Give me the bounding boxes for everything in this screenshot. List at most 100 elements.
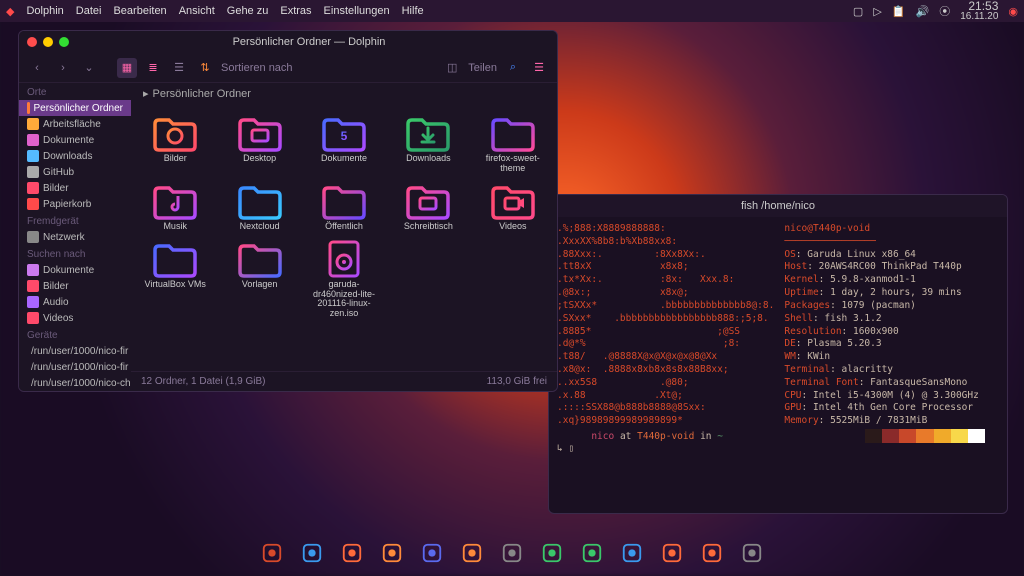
menu-gehezu[interactable]: Gehe zu bbox=[227, 5, 269, 18]
sidebar-item[interactable]: Bilder bbox=[19, 180, 131, 196]
menu-bearbeiten[interactable]: Bearbeiten bbox=[113, 5, 166, 18]
sidebar-item-label: Dokumente bbox=[43, 265, 94, 276]
tray-display-icon[interactable]: ▢ bbox=[853, 5, 863, 18]
svg-text:5: 5 bbox=[341, 129, 348, 143]
view-compact-button[interactable]: ≣ bbox=[143, 58, 163, 78]
folder-item[interactable]: 5Dokumente bbox=[304, 112, 384, 176]
breadcrumb[interactable]: ▸ Persönlicher Ordner bbox=[131, 83, 557, 104]
tray-volume-icon[interactable]: 🔊 bbox=[916, 5, 930, 18]
dock-clock[interactable] bbox=[737, 538, 767, 568]
terminal-body[interactable]: .%;888:X8889888888: .XxxXX%8b8:b%Xb88xx8… bbox=[549, 217, 1007, 513]
folder-item[interactable]: Musik bbox=[135, 180, 215, 234]
folder-icon bbox=[320, 240, 368, 278]
folder-icon bbox=[27, 198, 39, 210]
folder-icon bbox=[320, 182, 368, 220]
clock[interactable]: 21:53 16.11.20 bbox=[960, 0, 998, 22]
menu-einstellungen[interactable]: Einstellungen bbox=[324, 5, 390, 18]
sidebar-item[interactable]: Arbeitsfläche bbox=[19, 116, 131, 132]
folder-item[interactable]: Videos bbox=[473, 180, 553, 234]
dock-telegram[interactable] bbox=[297, 538, 327, 568]
nav-history-dropdown[interactable]: ⌄ bbox=[79, 58, 99, 78]
folder-item[interactable]: Nextcloud bbox=[219, 180, 299, 234]
menu-ansicht[interactable]: Ansicht bbox=[179, 5, 215, 18]
sidebar-item[interactable]: Downloads bbox=[19, 148, 131, 164]
folder-grid: Bilder Desktop5Dokumente Downloads firefox-… bbox=[131, 104, 557, 371]
folder-label: Vorlagen bbox=[242, 280, 278, 290]
sidebar-item[interactable]: /run/user/1000/nico-fir bbox=[19, 343, 131, 359]
folder-item[interactable]: Öffentlich bbox=[304, 180, 384, 234]
tray-media-icon[interactable]: ▷ bbox=[873, 5, 881, 18]
folder-item[interactable]: Downloads bbox=[388, 112, 468, 176]
menu-app[interactable]: Dolphin bbox=[26, 5, 63, 18]
folder-icon bbox=[27, 296, 39, 308]
folder-item[interactable]: garuda-dr460nized-lite-201116-linux-zen.… bbox=[304, 238, 384, 322]
folder-label: garuda-dr460nized-lite-201116-linux-zen.… bbox=[306, 280, 382, 320]
sidebar-item-label: Videos bbox=[43, 313, 73, 324]
tray-wifi-icon[interactable]: ⦿ bbox=[939, 3, 950, 19]
tray-session-icon[interactable]: ◉ bbox=[1008, 5, 1018, 18]
folder-icon bbox=[489, 182, 537, 220]
sidebar-item[interactable]: GitHub bbox=[19, 164, 131, 180]
dock-files[interactable] bbox=[457, 538, 487, 568]
share-label[interactable]: Teilen bbox=[468, 62, 497, 74]
folder-item[interactable]: VirtualBox VMs bbox=[135, 238, 215, 322]
sidebar-item-label: Downloads bbox=[43, 151, 92, 162]
sidebar-item[interactable]: Persönlicher Ordner bbox=[19, 100, 131, 116]
sidebar-item[interactable]: Netzwerk bbox=[19, 229, 131, 245]
sort-label[interactable]: Sortieren nach bbox=[221, 62, 293, 74]
dock-terminal[interactable] bbox=[337, 538, 367, 568]
shell-prompt[interactable]: nico at T440p-void in ~↳ ▯ bbox=[557, 418, 723, 469]
folder-item[interactable]: Vorlagen bbox=[219, 238, 299, 322]
tray-clipboard-icon[interactable]: 📋 bbox=[892, 5, 906, 18]
terminal-titlebar[interactable]: fish /home/nico bbox=[549, 195, 1007, 217]
sidebar-item[interactable]: Dokumente bbox=[19, 262, 131, 278]
dolphin-titlebar[interactable]: Persönlicher Ordner — Dolphin bbox=[19, 31, 557, 53]
folder-icon bbox=[27, 150, 39, 162]
dock-firefox[interactable] bbox=[377, 538, 407, 568]
folder-icon bbox=[27, 312, 39, 324]
hamburger-menu-button[interactable]: ☰ bbox=[529, 58, 549, 78]
sidebar-item-label: /run/user/1000/nico-ch bbox=[31, 378, 131, 389]
menu-datei[interactable]: Datei bbox=[76, 5, 102, 18]
view-details-button[interactable]: ☰ bbox=[169, 58, 189, 78]
folder-item[interactable]: Schreibtisch bbox=[388, 180, 468, 234]
sort-button[interactable]: ⇅ bbox=[195, 58, 215, 78]
sidebar-item[interactable]: Audio bbox=[19, 294, 131, 310]
menu-extras[interactable]: Extras bbox=[280, 5, 311, 18]
search-button[interactable]: ⌕ bbox=[503, 58, 523, 78]
dock-spotify[interactable] bbox=[577, 538, 607, 568]
dock-discord[interactable] bbox=[417, 538, 447, 568]
view-icons-button[interactable]: ▦ bbox=[117, 58, 137, 78]
folder-label: Bilder bbox=[164, 154, 187, 164]
sidebar-item[interactable]: /run/user/1000/nico-ch bbox=[19, 375, 131, 391]
sidebar-item[interactable]: Papierkorb bbox=[19, 196, 131, 212]
window-minimize-button[interactable] bbox=[43, 37, 53, 47]
dock-element[interactable] bbox=[537, 538, 567, 568]
folder-icon: 5 bbox=[320, 114, 368, 152]
dock-settings[interactable] bbox=[697, 538, 727, 568]
dolphin-window: Persönlicher Ordner — Dolphin ‹ › ⌄ ▦ ≣ … bbox=[18, 30, 558, 392]
dock-garuda[interactable] bbox=[257, 538, 287, 568]
folder-item[interactable]: firefox-sweet-theme bbox=[473, 112, 553, 176]
dock-wave[interactable] bbox=[617, 538, 647, 568]
dock-github[interactable] bbox=[497, 538, 527, 568]
dock-monitor[interactable] bbox=[657, 538, 687, 568]
folder-item[interactable]: Desktop bbox=[219, 112, 299, 176]
window-maximize-button[interactable] bbox=[59, 37, 69, 47]
dolphin-sidebar: OrtePersönlicher OrdnerArbeitsflächeDoku… bbox=[19, 83, 131, 391]
folder-item[interactable]: Bilder bbox=[135, 112, 215, 176]
menu-hilfe[interactable]: Hilfe bbox=[402, 5, 424, 18]
sidebar-item[interactable]: Videos bbox=[19, 310, 131, 326]
folder-icon bbox=[151, 114, 199, 152]
window-close-button[interactable] bbox=[27, 37, 37, 47]
nav-back-button[interactable]: ‹ bbox=[27, 58, 47, 78]
split-view-button[interactable]: ◫ bbox=[442, 58, 462, 78]
sidebar-item[interactable]: Bilder bbox=[19, 278, 131, 294]
folder-label: Downloads bbox=[406, 154, 451, 164]
folder-icon bbox=[404, 114, 452, 152]
sidebar-item-label: /run/user/1000/nico-fir bbox=[31, 362, 128, 373]
sidebar-item[interactable]: Dokumente bbox=[19, 132, 131, 148]
nav-forward-button[interactable]: › bbox=[53, 58, 73, 78]
sidebar-item[interactable]: /run/user/1000/nico-fir bbox=[19, 359, 131, 375]
folder-icon bbox=[27, 264, 39, 276]
